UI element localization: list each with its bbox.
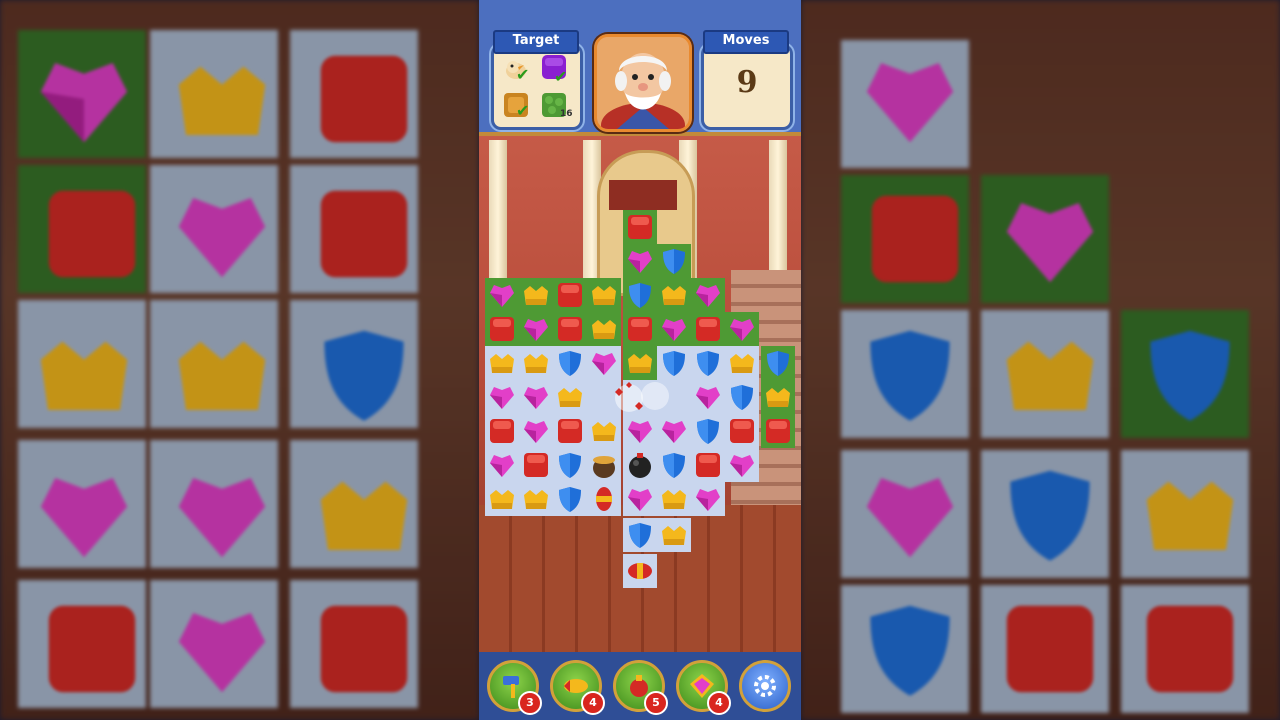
explosion-effect [599, 378, 679, 416]
settings-button[interactable] [739, 660, 791, 712]
blue-shield-tile[interactable] [555, 348, 585, 378]
pot-bomb-tile[interactable] [589, 450, 619, 480]
red-block-tile[interactable] [555, 280, 585, 310]
pink-heart-tile[interactable] [659, 416, 689, 446]
left-blurred-background [0, 0, 479, 720]
yellow-crown-tile[interactable] [487, 348, 517, 378]
pink-heart-tile[interactable] [625, 416, 655, 446]
pink-heart-tile[interactable] [727, 314, 757, 344]
pink-heart-tile[interactable] [693, 280, 723, 310]
pink-heart-tile[interactable] [521, 314, 551, 344]
yellow-crown-tile[interactable] [763, 382, 793, 412]
rocket-booster-button[interactable]: 4 [550, 660, 605, 715]
rocket-tile[interactable] [589, 484, 619, 514]
game-board [479, 0, 801, 720]
red-block-tile[interactable] [763, 416, 793, 446]
rocket-count-badge: 4 [581, 691, 605, 715]
black-bomb-tile[interactable] [625, 450, 655, 480]
yellow-crown-tile[interactable] [659, 484, 689, 514]
pink-heart-tile[interactable] [487, 450, 517, 480]
pink-heart-tile[interactable] [693, 484, 723, 514]
yellow-crown-tile[interactable] [555, 382, 585, 412]
yellow-crown-tile[interactable] [487, 484, 517, 514]
blue-shield-tile[interactable] [659, 246, 689, 276]
red-block-tile[interactable] [693, 314, 723, 344]
yellow-crown-tile[interactable] [521, 484, 551, 514]
yellow-crown-tile[interactable] [625, 348, 655, 378]
yellow-crown-tile[interactable] [521, 280, 551, 310]
yellow-crown-tile[interactable] [589, 314, 619, 344]
blue-shield-tile[interactable] [693, 416, 723, 446]
blue-shield-tile[interactable] [625, 280, 655, 310]
pink-heart-tile[interactable] [693, 382, 723, 412]
red-block-tile[interactable] [625, 314, 655, 344]
bomb-booster-button[interactable]: 5 [613, 660, 668, 715]
yellow-crown-tile[interactable] [659, 520, 689, 550]
blue-shield-tile[interactable] [659, 450, 689, 480]
gem-count-badge: 4 [707, 691, 731, 715]
horizontal-rocket-tile[interactable] [625, 556, 655, 586]
right-blurred-background [801, 0, 1280, 720]
hammer-count-badge: 3 [518, 691, 542, 715]
red-block-tile[interactable] [727, 416, 757, 446]
pink-heart-tile[interactable] [589, 348, 619, 378]
red-block-tile[interactable] [693, 450, 723, 480]
yellow-crown-tile[interactable] [659, 280, 689, 310]
gear-icon [751, 672, 779, 700]
red-block-tile[interactable] [625, 212, 655, 242]
red-block-tile[interactable] [487, 416, 517, 446]
pink-heart-tile[interactable] [521, 382, 551, 412]
blue-shield-tile[interactable] [625, 520, 655, 550]
blue-shield-tile[interactable] [555, 484, 585, 514]
yellow-crown-tile[interactable] [589, 416, 619, 446]
game-screen: ✔ ✔ ✔ 16 Target 9 Moves 3 4 5 4 [479, 0, 801, 720]
red-block-tile[interactable] [555, 314, 585, 344]
blue-shield-tile[interactable] [763, 348, 793, 378]
pink-heart-tile[interactable] [625, 484, 655, 514]
blue-shield-tile[interactable] [693, 348, 723, 378]
red-block-tile[interactable] [555, 416, 585, 446]
hammer-booster-button[interactable]: 3 [487, 660, 542, 715]
pink-heart-tile[interactable] [659, 314, 689, 344]
gem-booster-button[interactable]: 4 [676, 660, 731, 715]
blue-shield-tile[interactable] [727, 382, 757, 412]
blue-shield-tile[interactable] [555, 450, 585, 480]
red-block-tile[interactable] [521, 450, 551, 480]
pink-heart-tile[interactable] [625, 246, 655, 276]
pink-heart-tile[interactable] [487, 280, 517, 310]
pink-heart-tile[interactable] [727, 450, 757, 480]
yellow-crown-tile[interactable] [727, 348, 757, 378]
pink-heart-tile[interactable] [487, 382, 517, 412]
red-block-tile[interactable] [487, 314, 517, 344]
yellow-crown-tile[interactable] [589, 280, 619, 310]
yellow-crown-tile[interactable] [521, 348, 551, 378]
bomb-count-badge: 5 [644, 691, 668, 715]
blue-shield-tile[interactable] [659, 348, 689, 378]
pink-heart-tile[interactable] [521, 416, 551, 446]
